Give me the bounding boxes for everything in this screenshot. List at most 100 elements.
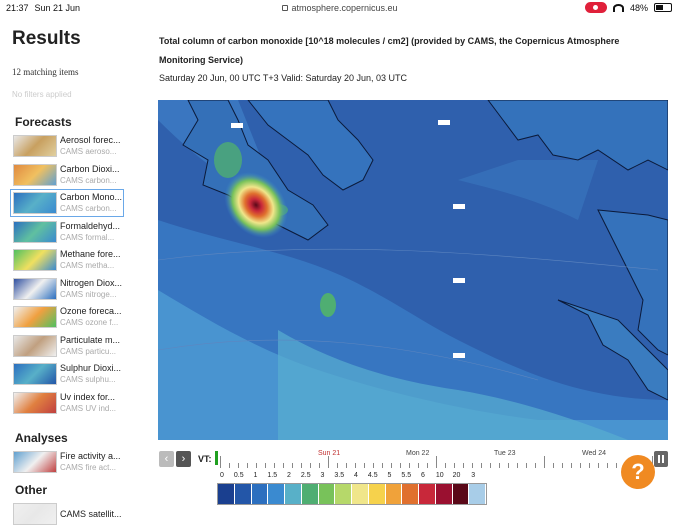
timeline-tick [391,463,392,468]
item-name: Formaldehyd... [60,220,121,231]
item-thumbnail [13,163,57,186]
result-item[interactable]: Methane fore... CAMS metha... [11,247,123,273]
item-subtitle: CAMS formal... [60,232,115,242]
timeline-tick [580,463,581,468]
timeline-tick [589,463,590,468]
timeline-tick [445,463,446,468]
filters-status: No filters applied [12,90,72,99]
section-title-other: Other [15,483,48,497]
item-name: Aerosol forec... [60,135,121,145]
item-subtitle: CAMS carbon... [60,175,117,185]
matching-count: 12 matching items [12,67,79,77]
item-name: Sulphur Dioxi... [60,363,122,373]
timeline-tick [265,463,266,468]
timeline-tick [472,463,473,468]
item-subtitle: CAMS nitroge... [60,289,117,299]
timeline-tick [355,463,356,468]
item-name: Uv index for... [60,391,116,402]
item-thumbnail [13,503,57,525]
result-item[interactable]: Fire activity a... CAMS fire act... [11,449,123,475]
timeline-tick [400,463,401,468]
legend-swatch [402,484,419,504]
timeline-tick [328,456,329,468]
legend-swatch [318,484,336,504]
result-item[interactable]: Formaldehyd... CAMS formal... [11,219,123,245]
screen-record-icon[interactable] [584,2,607,13]
result-item[interactable]: Aerosol forec... CAMS aeroso... [11,133,123,159]
timeline-day-label[interactable]: Mon 22 [406,450,429,457]
item-subtitle: CAMS sulphu... [60,375,116,384]
result-item[interactable]: Ozone foreca... CAMS ozone f... [11,304,123,330]
timeline-tick [292,463,293,468]
legend-swatch [435,484,453,504]
item-name: Fire activity a... [60,451,121,461]
legend-label: 0.5 [233,472,244,479]
color-legend [217,483,487,505]
legend-label: 20 [452,472,461,479]
item-subtitle: CAMS aeroso... [60,147,117,156]
results-title: Results [12,28,81,49]
result-item[interactable]: Sulphur Dioxi... CAMS sulphu... [11,361,123,387]
timeline-tick [499,463,500,468]
timeline-track[interactable]: Sun 21 Mon 22 Tue 23 Wed 24 [220,448,653,470]
timeline-tick [346,463,347,468]
legend-label: 4.5 [367,472,378,479]
timeline-tick [301,463,302,468]
timeline-tick [319,463,320,468]
result-item[interactable]: Uv index for... CAMS UV ind... [11,390,123,416]
vt-label: VT: [198,454,212,464]
timeline-day-label[interactable]: Sun 21 [318,450,340,457]
current-time-marker[interactable] [215,451,218,465]
help-button[interactable]: ? [621,455,655,489]
item-subtitle: CAMS carbon... [60,204,117,213]
timeline-tick [535,463,536,468]
forecast-map[interactable] [158,100,668,440]
timeline-tick [481,463,482,468]
pause-button[interactable] [654,451,668,467]
item-thumbnail [13,391,57,414]
result-item[interactable]: CAMS satellit... [11,501,123,527]
legend-label: 2 [287,472,291,479]
result-item[interactable]: Carbon Mono... CAMS carbon... [10,189,124,217]
timeline-tick [454,463,455,468]
battery-percent: 48% [629,2,648,13]
result-item[interactable]: Nitrogen Diox... CAMS nitroge... [11,276,123,302]
item-subtitle: CAMS ozone f... [60,318,119,327]
item-subtitle: CAMS particu... [60,346,117,356]
timeline-tick [220,456,221,468]
legend-swatch [301,484,319,504]
result-item[interactable]: Particulate m... CAMS particu... [11,333,123,359]
co-field-map [158,100,668,440]
legend-label: 1 [253,472,258,479]
timeline-tick [409,463,410,468]
timeline-tick [553,463,554,468]
timeline-tick [598,463,599,468]
result-item[interactable]: Carbon Dioxi... CAMS carbon... [11,162,123,188]
item-subtitle: CAMS fire act... [60,463,117,472]
item-subtitle: CAMS UV ind... [60,403,117,413]
timeline-tick [310,463,311,468]
item-name: Carbon Dioxi... [60,163,120,174]
timeline-tick [517,463,518,468]
item-thumbnail [13,277,57,300]
legend-swatch [385,484,403,504]
item-thumbnail [13,306,57,328]
status-bar: 21:37 Sun 21 Jun atmosphere.copernicus.e… [0,0,680,16]
timeline-day-label[interactable]: Tue 23 [494,450,516,457]
timeline-day-label[interactable]: Wed 24 [582,450,606,457]
legend-swatch [368,484,386,504]
timeline-tick [373,463,374,468]
legend-swatch [335,484,352,504]
address-bar[interactable]: atmosphere.copernicus.eu [0,3,680,13]
lock-icon [282,5,289,11]
timeline-tick [283,463,284,468]
next-step-button[interactable]: › [176,451,191,467]
item-thumbnail [13,135,57,157]
legend-swatch [452,484,470,504]
time-slider[interactable]: ‹ › VT: Sun 21 Mon 22 Tue 23 Wed 24 [158,448,670,470]
previous-step-button[interactable]: ‹ [159,451,174,467]
item-thumbnail [13,192,57,214]
timeline-tick [463,463,464,468]
legend-swatch [218,484,235,504]
timeline-tick [508,463,509,468]
